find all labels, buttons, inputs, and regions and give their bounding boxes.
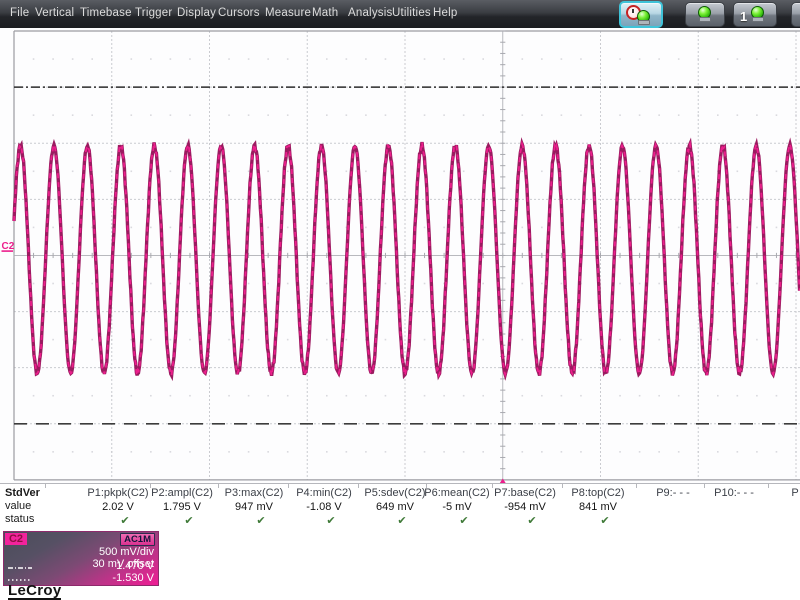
scope1-toolbar-button[interactable]: 1 <box>733 2 777 27</box>
menu-item-utilities[interactable]: Utilities <box>392 7 431 19</box>
icon-stand <box>638 20 650 25</box>
menu-item-math[interactable]: Math <box>312 7 338 19</box>
menu-item-cursors[interactable]: Cursors <box>218 7 260 19</box>
upper-level-value: 1.470 V <box>116 560 154 572</box>
lecroy-oscilloscope-screen: { "menu": { "items": ["File","Vertical",… <box>0 0 800 600</box>
status-ok-checkmark-icon: ✔ <box>600 515 610 527</box>
menu-item-measure[interactable]: Measure <box>265 7 311 19</box>
menu-bar: File Vertical Timebase Trigger Display Cursor… <box>0 0 800 29</box>
partial-toolbar-button[interactable] <box>791 2 800 27</box>
measurement-table: StdVer value status P1:pkpk(C2) 2.02 V ✔ P2… <box>0 483 800 529</box>
coupling-badge: AC1M <box>120 533 155 546</box>
table-separator-line <box>0 483 800 484</box>
menu-item-timebase[interactable]: Timebase <box>80 7 132 19</box>
status-row-label: status <box>5 513 35 525</box>
button-number-label: 1 <box>740 9 748 24</box>
measure-column-11: P <box>747 487 800 501</box>
channel-label-badge: C2 <box>5 533 27 545</box>
volts-per-div-value: 500 mV/div <box>98 546 154 558</box>
dash-dot-linestyle-icon <box>8 567 32 569</box>
channel-c2-descriptor-box[interactable]: C2 AC1M 500 mV/div 30 mV offset 1.470 V … <box>3 531 159 586</box>
column-separator-tick <box>45 483 46 488</box>
menu-item-help[interactable]: Help <box>433 7 457 19</box>
menu-item-vertical[interactable]: Vertical <box>35 7 74 19</box>
lecroy-logo: LeCroy <box>8 582 62 600</box>
menu-item-trigger[interactable]: Trigger <box>135 7 172 19</box>
menu-item-file[interactable]: File <box>10 7 29 19</box>
measure-param-label[interactable]: P <box>747 487 800 499</box>
measure-value: 841 mV <box>579 501 617 513</box>
menu-item-analysis[interactable]: Analysis <box>348 7 392 19</box>
menu-item-display[interactable]: Display <box>177 7 216 19</box>
timer-toolbar-button[interactable] <box>619 1 663 28</box>
measure-mode-label: StdVer <box>5 487 40 499</box>
waveform-display-area[interactable]: C2 <box>0 28 800 488</box>
scope-toolbar-button[interactable] <box>685 2 725 27</box>
lower-level-value: -1.530 V <box>112 572 154 584</box>
icon-stand <box>752 17 764 22</box>
icon-stand <box>699 17 711 22</box>
value-row-label: value <box>5 500 32 512</box>
